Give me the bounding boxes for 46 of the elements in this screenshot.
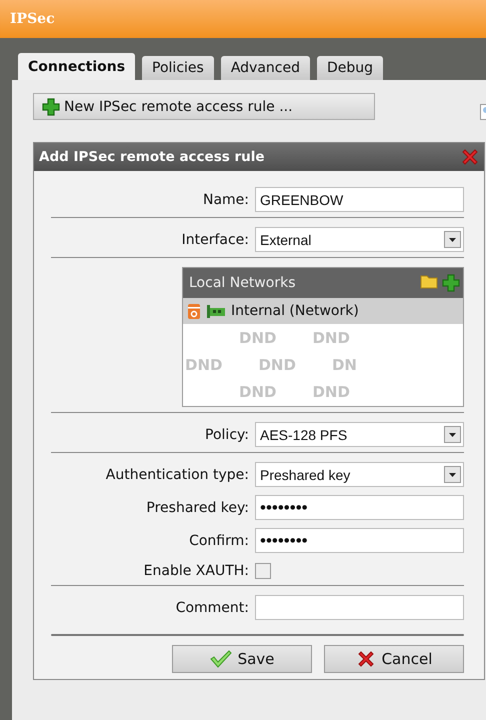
close-icon[interactable] [460,147,480,167]
tab[interactable]: Connections [18,53,136,80]
search-field-edge[interactable] [480,104,486,120]
dropdown-caret-icon[interactable] [444,466,461,483]
new-rule-button[interactable]: New IPSec remote access rule ... [33,93,375,120]
tab[interactable]: Advanced [220,56,310,80]
add-icon[interactable] [442,274,460,292]
input-field[interactable]: •••••••• [255,528,464,553]
field-label: Confirm: [188,532,249,548]
checkmark-icon [210,650,232,668]
input-field[interactable]: GREENBOW [255,187,464,212]
field-label: Enable XAUTH: [142,563,249,579]
dropdown-field[interactable]: External [255,227,464,252]
panel-title: Local Networks [189,275,296,291]
tab[interactable]: Policies [142,56,214,80]
drop-hint-text: DN [332,356,357,374]
input-field[interactable] [255,595,464,620]
close-icon [356,649,376,669]
dialog-title: Add IPSec remote access rule [39,149,265,165]
field-label: Comment: [174,600,249,616]
checkbox[interactable] [255,563,271,579]
drop-hint-text: DND [312,328,350,347]
network-card-icon [207,304,225,318]
field-label: Policy: [204,426,249,442]
field-label: Interface: [180,232,249,248]
drop-hint-text: DND [239,328,276,347]
dropdown-field[interactable]: Preshared key [255,462,464,487]
field-label: Name: [202,192,249,208]
field-label: Preshared key: [145,500,249,516]
drop-hint-text: DND [258,356,296,374]
field-label: Authentication type: [104,466,249,482]
trash-icon[interactable] [187,302,201,320]
window-title: IPSec [10,11,55,27]
folder-icon[interactable] [420,274,438,289]
drop-hint-text: DND [239,383,276,402]
drop-hint-text: DND [312,383,350,402]
save-button[interactable]: Save [172,645,312,673]
input-field[interactable]: •••••••• [255,495,464,520]
plus-icon [42,98,60,116]
dropdown-caret-icon[interactable] [444,426,461,443]
cancel-button[interactable]: Cancel [324,645,464,673]
dropdown-field[interactable]: AES-128 PFS [255,422,464,447]
network-item[interactable]: Internal (Network) [183,298,463,324]
tab[interactable]: Debug [316,56,384,80]
drop-hint-text: DND [185,356,222,374]
dropdown-caret-icon[interactable] [444,231,461,248]
